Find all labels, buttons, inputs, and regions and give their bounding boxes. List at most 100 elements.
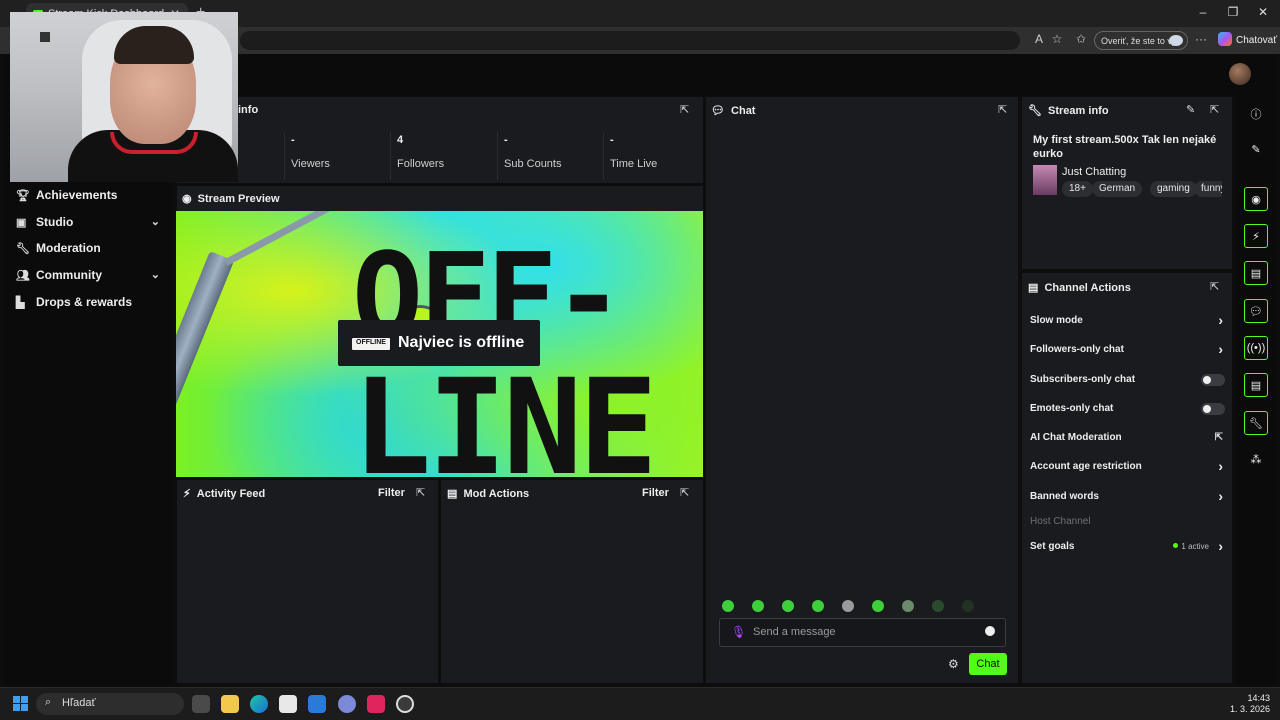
account-age-row[interactable]: Account age restriction › [1030,458,1225,477]
subscribers-only-toggle[interactable] [1201,374,1225,386]
camera-widget-icon[interactable]: ◉ [1244,187,1268,211]
broadcast-widget-icon[interactable]: ((•)) [1244,336,1268,360]
action-label: Slow mode [1030,315,1083,326]
clock-date: 1. 3. 2026 [1229,704,1270,714]
drops-icon: ▙ [16,297,25,309]
stat-label: Viewers [291,158,330,170]
chevron-right-icon: › [1218,458,1223,474]
action-label: Emotes-only chat [1030,403,1114,414]
emote-icon[interactable] [812,600,824,612]
windows-start-icon[interactable] [13,696,29,712]
stats-panel-title: info [238,104,259,116]
emote-icon[interactable] [872,600,884,612]
favorite-star-icon[interactable]: ☆ [1048,32,1066,46]
copilot-button[interactable]: Chatovať [1218,32,1277,46]
stat-viewers: - Viewers [284,132,388,180]
emote-icon[interactable] [722,600,734,612]
wrench-widget-icon[interactable]: 🔧︎ [1244,411,1268,435]
edge-browser-icon[interactable] [250,695,268,713]
read-aloud-icon[interactable]: A [1030,32,1048,46]
stat-label: Followers [397,158,445,170]
popout-icon[interactable]: ⇱ [680,486,689,499]
tag[interactable]: 18+ [1062,181,1093,197]
category-thumbnail [1033,165,1057,195]
favorites-icon[interactable]: ✩ [1072,32,1090,46]
chevron-down-icon[interactable]: ⌄ [151,215,160,228]
set-goals-row[interactable]: Set goals 1 active › [1030,538,1225,557]
banned-words-row[interactable]: Banned words › [1030,488,1225,507]
popout-icon[interactable]: ⇱ [998,103,1007,116]
taskbar-search[interactable]: ⌕ Hľadať [36,693,184,715]
info-icon[interactable]: ⓘ [1244,101,1268,125]
tag[interactable]: German [1092,181,1143,197]
clock-time: 14:43 [1247,693,1270,703]
verify-identity-button[interactable]: Overiť, že ste to vy [1094,31,1188,50]
emote-icon[interactable] [782,600,794,612]
microphone-icon[interactable]: 🎙︎ [731,625,746,639]
webcam-overlay [10,12,238,182]
ai-chat-moderation-row[interactable]: AI Chat Moderation ⇱ [1030,432,1225,448]
tag[interactable]: gaming [1150,181,1197,197]
add-widget-icon[interactable]: ⁂ [1244,448,1268,472]
lightning-widget-icon[interactable]: ⚡︎ [1244,224,1268,248]
popout-icon[interactable]: ⇱ [680,103,689,116]
sidebar-item-drops-rewards[interactable]: ▙ Drops & rewards [16,295,166,315]
popout-icon[interactable]: ⇱ [1210,103,1219,116]
stat-followers: 4 Followers [390,132,494,180]
sidebar-item-moderation[interactable]: 🔧︎ Moderation [16,241,166,261]
emote-icon[interactable] [932,600,944,612]
gear-icon[interactable]: ⚙ [948,657,959,671]
emote-icon[interactable] [962,600,974,612]
chat-title: Chat [731,105,756,117]
tiktok-icon[interactable] [367,695,385,713]
sidebar-item-community[interactable]: 👥︎ Community ⌄ [16,268,166,288]
stream-category[interactable]: Just Chatting [1062,166,1126,178]
actions-widget-icon[interactable]: ▤ [1244,373,1268,397]
action-label: Banned words [1030,491,1099,502]
sidebar-item-studio[interactable]: ▣ Studio ⌄ [16,215,166,235]
minimize-icon[interactable]: – [1188,5,1218,19]
emoji-icon[interactable] [985,626,995,636]
slow-mode-row[interactable]: Slow mode › [1030,312,1225,331]
mod-actions-icon: ▤ [447,488,458,500]
tag[interactable]: funny [1194,181,1222,197]
emote-icon[interactable] [752,600,764,612]
restore-icon[interactable]: ❐ [1218,5,1248,19]
mod-filter-button[interactable]: Filter [642,487,669,499]
stat-value: - [610,134,614,146]
background-graphic [40,32,50,42]
offline-badge: OFFLINE [352,338,390,350]
emotes-only-toggle[interactable] [1201,403,1225,415]
popout-icon[interactable]: ⇱ [1210,280,1219,293]
stat-value: - [291,134,295,146]
task-view-icon[interactable] [192,695,210,713]
more-menu-icon[interactable]: ··· [1192,32,1210,46]
chevron-down-icon[interactable]: ⌄ [151,268,160,281]
emote-icon[interactable] [902,600,914,612]
chat-widget-icon[interactable]: 💬︎ [1244,299,1268,323]
store-icon[interactable] [279,695,297,713]
chatgpt-icon[interactable] [396,695,414,713]
close-window-icon[interactable]: ✕ [1248,5,1278,19]
notes-widget-icon[interactable]: ▤ [1244,261,1268,285]
followers-only-row[interactable]: Followers-only chat › [1030,341,1225,360]
stat-value: - [504,134,508,146]
emote-icon[interactable] [842,600,854,612]
taskbar-search-label: Hľadať [62,697,96,709]
edit-pencil-icon[interactable]: ✎ [1186,103,1195,116]
app-icon[interactable] [338,695,356,713]
address-bar[interactable] [240,31,1020,50]
sidebar-item-achievements[interactable]: 🏆︎ Achievements [16,188,166,208]
stream-info-title: Stream info [1048,105,1109,117]
popout-icon[interactable]: ⇱ [416,486,425,499]
action-label: AI Chat Moderation [1030,432,1122,443]
avatar[interactable] [1229,63,1251,85]
file-explorer-icon[interactable] [221,695,239,713]
activity-filter-button[interactable]: Filter [378,487,405,499]
mail-icon[interactable] [308,695,326,713]
taskbar-clock[interactable]: 14:43 1. 3. 2026 [1222,693,1270,715]
lamp-arm-graphic [224,211,352,266]
edit-icon[interactable]: ✎ [1244,138,1268,162]
send-chat-button[interactable]: Chat [969,653,1007,675]
stat-time-live: - Time Live [603,132,707,180]
